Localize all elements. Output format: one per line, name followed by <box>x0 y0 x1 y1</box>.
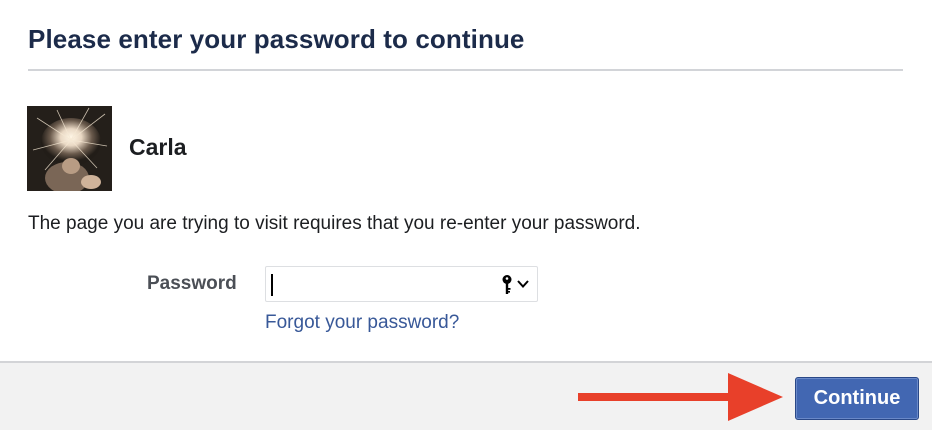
red-arrow-icon <box>578 373 783 421</box>
key-icon[interactable] <box>500 274 514 296</box>
dialog-footer <box>0 361 932 430</box>
avatar <box>27 106 112 191</box>
forgot-password-link[interactable]: Forgot your password? <box>265 312 459 334</box>
dialog-title: Please enter your password to continue <box>28 24 525 54</box>
user-name: Carla <box>129 134 187 160</box>
chevron-down-icon[interactable] <box>516 278 530 290</box>
profile-photo-icon <box>27 106 112 191</box>
password-field[interactable] <box>265 266 538 302</box>
reauth-message: The page you are trying to visit require… <box>28 213 641 234</box>
password-label: Password <box>147 273 237 294</box>
continue-button[interactable]: Continue <box>795 377 919 420</box>
password-input[interactable] <box>272 271 492 297</box>
title-divider <box>28 69 903 71</box>
